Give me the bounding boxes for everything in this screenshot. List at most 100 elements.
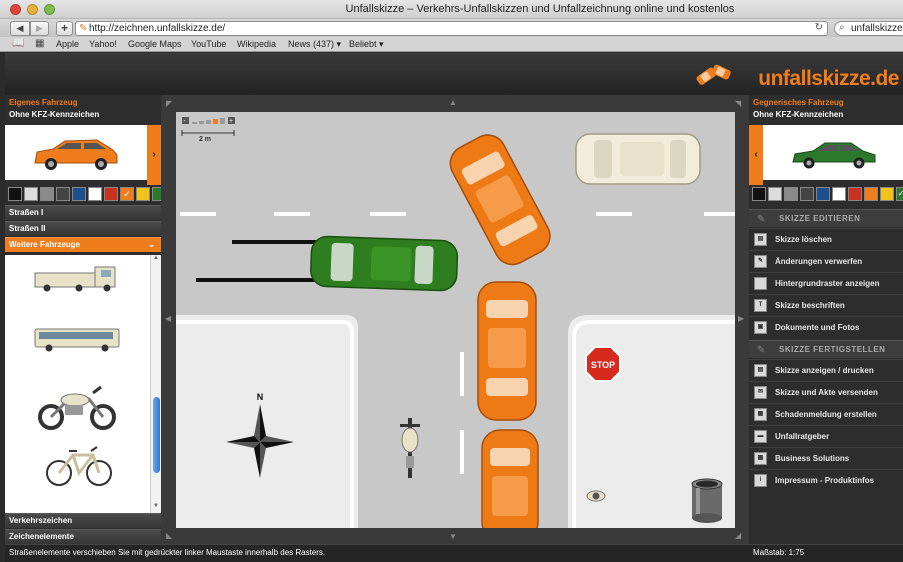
stop-sign: STOP xyxy=(585,346,621,382)
own-vehicle-title: Eigenes Fahrzeug xyxy=(9,98,78,107)
app-header: unfallskizze.de xyxy=(5,53,903,95)
bookmark-youtube[interactable]: YouTube xyxy=(191,39,226,49)
section-zeichenelemente[interactable]: Zeichenelemente xyxy=(5,529,161,544)
menu-unfallratgeber[interactable]: ▬ Unfallratgeber xyxy=(749,425,903,447)
own-orange-car-2 xyxy=(477,281,537,421)
color-swatch-grey[interactable] xyxy=(784,187,798,201)
scrollbar-thumb[interactable] xyxy=(153,397,160,473)
section-verkehrszeichen[interactable]: Verkehrszeichen xyxy=(5,513,161,528)
scroll-down-icon[interactable]: ▼ xyxy=(151,503,161,513)
color-swatch-red[interactable] xyxy=(848,187,862,201)
color-swatch-dark-grey[interactable] xyxy=(56,187,70,201)
opponent-vehicle-header: Gegnerisches Fahrzeug Ohne KFZ-Kennzeich… xyxy=(749,95,903,123)
pan-left-icon[interactable]: ◀ xyxy=(165,314,171,323)
back-button[interactable]: ◀ xyxy=(10,21,30,36)
menu-label: Impressum - Produktinfos xyxy=(775,476,875,485)
color-swatch-blue[interactable] xyxy=(72,187,86,201)
vehicle-list-scrollbar[interactable]: ▲ ▼ xyxy=(150,255,161,513)
menu-skizze-loeschen[interactable]: ▤ Skizze löschen xyxy=(749,228,903,250)
color-swatch-yellow[interactable] xyxy=(136,187,150,201)
color-swatch-blue[interactable] xyxy=(816,187,830,201)
search-icon: ⌕ xyxy=(839,22,845,33)
pan-top-right-icon[interactable]: ◥ xyxy=(735,99,741,108)
scroll-up-icon[interactable]: ▲ xyxy=(151,255,161,265)
car-icon xyxy=(792,142,876,169)
menu-aenderungen-verwerfen[interactable]: ✎ Änderungen verwerfen xyxy=(749,250,903,272)
finish-header-label: SKIZZE FERTIGSTELLEN xyxy=(779,345,886,354)
sketch-drawing: - + 2 m STOP N xyxy=(176,112,735,528)
next-vehicle-button[interactable]: › xyxy=(147,125,161,185)
sidewalk-bottom-left xyxy=(176,315,358,528)
color-swatch-black[interactable] xyxy=(752,187,766,201)
color-swatch-orange[interactable] xyxy=(864,187,878,201)
maximize-window-button[interactable] xyxy=(44,4,55,15)
site-favicon-icon: ✎ xyxy=(79,23,88,34)
section-strassen-2[interactable]: Straßen II xyxy=(5,221,161,236)
bookmark-yahoo[interactable]: Yahoo! xyxy=(89,39,117,49)
search-field[interactable]: ⌕ unfallskizze xyxy=(834,21,903,36)
color-swatch-yellow[interactable] xyxy=(880,187,894,201)
grid-icon xyxy=(754,277,767,290)
previous-vehicle-button[interactable]: ‹ xyxy=(749,125,763,185)
pan-top-left-icon[interactable]: ◤ xyxy=(166,99,172,108)
menu-hintergrundraster[interactable]: Hintergrundraster anzeigen xyxy=(749,272,903,294)
color-swatch-white[interactable] xyxy=(832,187,846,201)
menu-skizze-beschriften[interactable]: T Skizze beschriften xyxy=(749,294,903,316)
print-icon: ▤ xyxy=(754,364,767,377)
pan-up-icon[interactable]: ▲ xyxy=(449,98,457,107)
own-vehicle-preview[interactable] xyxy=(5,125,147,180)
book-icon[interactable]: 📖 xyxy=(12,38,24,49)
bookmark-apple[interactable]: Apple xyxy=(56,39,79,49)
section-label: Straßen I xyxy=(9,208,44,217)
pan-bottom-right-icon[interactable]: ◢ xyxy=(735,531,741,540)
address-bar[interactable]: ✎ http://zeichnen.unfallskizze.de/ ↻ xyxy=(75,21,828,36)
info-icon: i xyxy=(754,474,767,487)
bookmark-google-maps[interactable]: Google Maps xyxy=(128,39,182,49)
color-swatch-dark-grey[interactable] xyxy=(800,187,814,201)
add-bookmark-button[interactable]: + xyxy=(56,21,73,36)
color-swatch-green-selected[interactable]: ✓ xyxy=(896,187,903,201)
chevron-down-icon: ⌄ xyxy=(148,240,155,249)
menu-business-solutions[interactable]: ▩ Business Solutions xyxy=(749,447,903,469)
minimize-window-button[interactable] xyxy=(27,4,38,15)
bookmark-wikipedia[interactable]: Wikipedia xyxy=(237,39,276,49)
bicycle-icon xyxy=(46,446,112,486)
bookmark-news[interactable]: News (437) ▾ xyxy=(288,39,341,50)
color-swatch-red[interactable] xyxy=(104,187,118,201)
menu-skizze-versenden[interactable]: ✉ Skizze und Akte versenden xyxy=(749,381,903,403)
color-swatch-grey[interactable] xyxy=(40,187,54,201)
grid-view-icon[interactable]: ▦ xyxy=(35,38,44,49)
window-title: Unfallskizze – Verkehrs-Unfallskizzen un… xyxy=(345,3,735,15)
sketch-canvas[interactable]: - + 2 m STOP N xyxy=(176,112,735,528)
browser-toolbar: ◀ ▶ + ✎ http://zeichnen.unfallskizze.de/… xyxy=(0,19,903,37)
pencil-icon: ✎ xyxy=(757,214,766,225)
color-swatch-black[interactable] xyxy=(8,187,22,201)
section-strassen-1[interactable]: Straßen I xyxy=(5,205,161,220)
pan-down-icon[interactable]: ▼ xyxy=(449,532,457,541)
logo-text: unfallskizze.de xyxy=(758,67,899,90)
pedestrian-figure xyxy=(586,490,606,502)
menu-skizze-anzeigen[interactable]: ▤ Skizze anzeigen / drucken xyxy=(749,359,903,381)
svg-text:STOP: STOP xyxy=(591,360,615,370)
menu-schadenmeldung[interactable]: ▦ Schadenmeldung erstellen xyxy=(749,403,903,425)
section-weitere-fahrzeuge[interactable]: Weitere Fahrzeuge ⌄ xyxy=(5,237,161,252)
bookmark-beliebt[interactable]: Beliebt ▾ xyxy=(349,39,384,50)
opponent-vehicle-title: Gegnerisches Fahrzeug xyxy=(753,98,844,107)
menu-dokumente-fotos[interactable]: ▣ Dokumente und Fotos xyxy=(749,316,903,338)
checkmark-icon: ✓ xyxy=(897,189,903,198)
report-icon: ▦ xyxy=(754,408,767,421)
close-window-button[interactable] xyxy=(10,4,21,15)
pan-bottom-left-icon[interactable]: ◣ xyxy=(166,531,172,540)
trash-icon: ▤ xyxy=(754,233,767,246)
color-swatch-orange-selected[interactable]: ✓ xyxy=(120,187,134,201)
color-swatch-white[interactable] xyxy=(88,187,102,201)
opponent-vehicle-preview[interactable] xyxy=(763,125,903,180)
pan-right-icon[interactable]: ▶ xyxy=(738,314,744,323)
reload-icon[interactable]: ↻ xyxy=(815,22,823,33)
opponent-vehicle-subtitle: Ohne KFZ-Kennzeichen xyxy=(753,110,844,119)
forward-button[interactable]: ▶ xyxy=(30,21,49,36)
color-swatch-silver[interactable] xyxy=(768,187,782,201)
color-swatch-silver[interactable] xyxy=(24,187,38,201)
menu-impressum[interactable]: i Impressum - Produktinfos xyxy=(749,469,903,491)
plus-icon: + xyxy=(60,21,68,35)
